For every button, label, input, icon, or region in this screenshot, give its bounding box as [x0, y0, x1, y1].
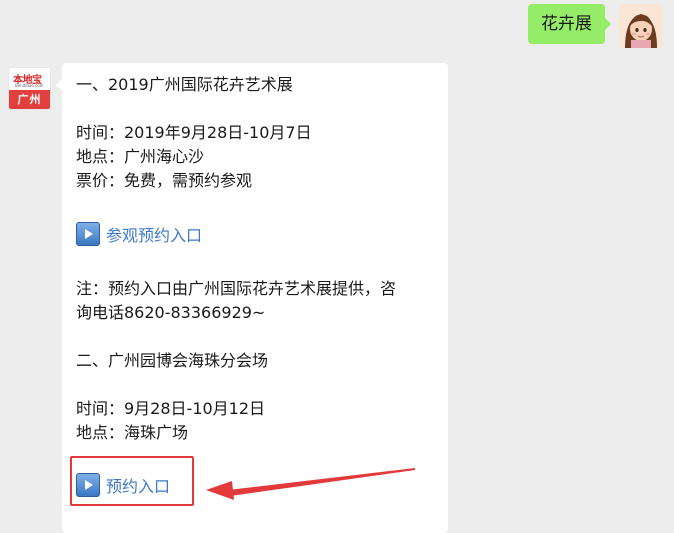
bendibao-avatar[interactable]: 本地宝 Bendibao.com 广州 — [8, 67, 51, 110]
event1-ticket: 票价：免费，需预约参观 — [76, 171, 253, 190]
note-line-2: 询电话8620-83366929~ — [76, 303, 266, 322]
highlight-box — [70, 456, 194, 506]
event2-place: 地点：海珠广场 — [76, 423, 189, 442]
booking-link-1-label[interactable]: 参观预约入口 — [106, 222, 202, 246]
event1-place: 地点：广州海心沙 — [76, 147, 205, 166]
event2-time: 时间：9月28日-10月12日 — [76, 399, 266, 418]
girl-avatar-icon — [619, 4, 663, 48]
outgoing-message-bubble[interactable]: 花卉展 — [528, 4, 611, 44]
section-heading-2: 二、广州园博会海珠分会场 — [76, 351, 269, 370]
note-line-1: 注：预约入口由广州国际花卉艺术展提供，咨 — [76, 279, 397, 298]
avatar-city-label: 广州 — [9, 90, 50, 109]
booking-link-1[interactable]: 参观预约入口 — [76, 219, 202, 249]
avatar-logo-url: Bendibao.com — [15, 83, 44, 88]
section-heading-1: 一、2019广州国际花卉艺术展 — [76, 75, 293, 94]
play-icon — [76, 222, 100, 246]
outgoing-message-text: 花卉展 — [541, 14, 592, 34]
event1-time: 时间：2019年9月28日-10月7日 — [76, 123, 312, 142]
user-avatar[interactable] — [619, 4, 663, 48]
